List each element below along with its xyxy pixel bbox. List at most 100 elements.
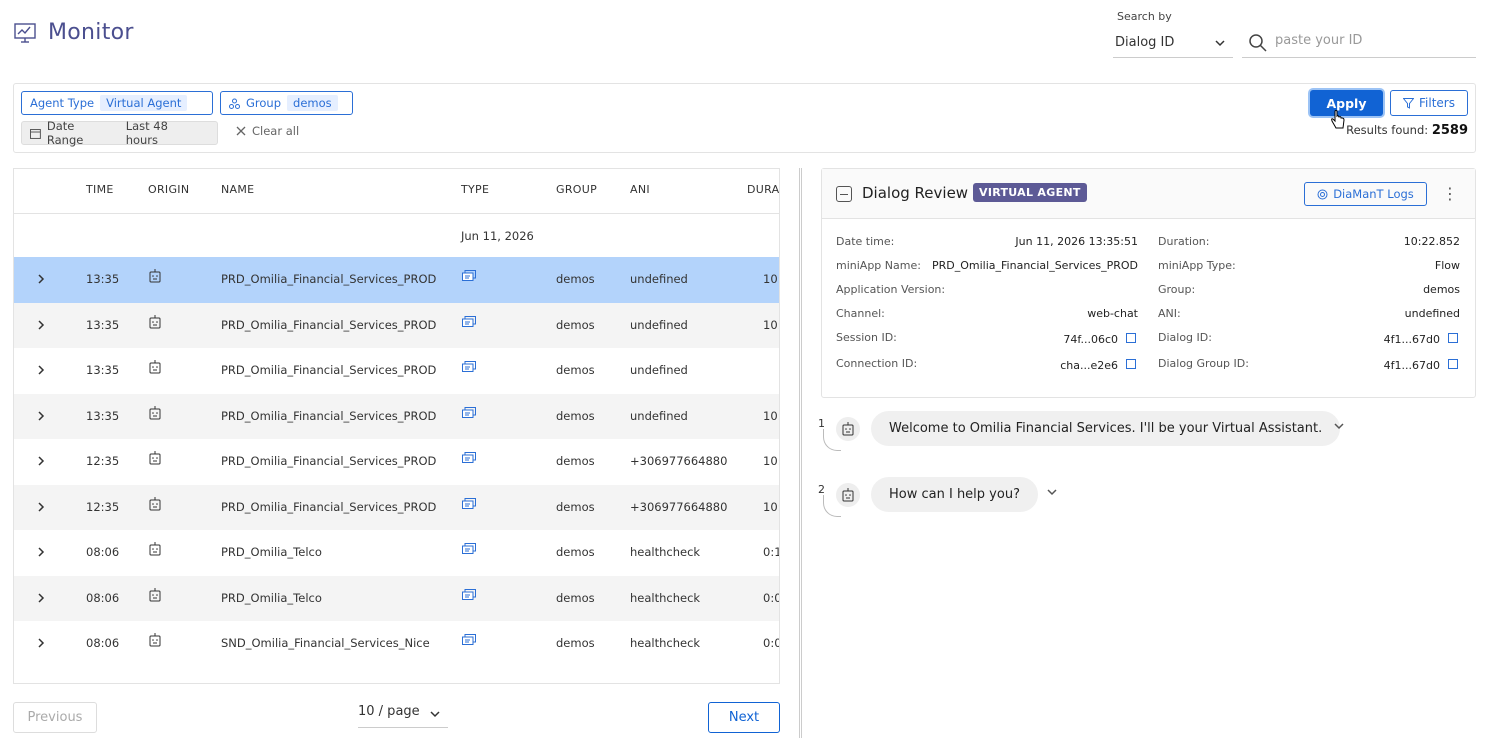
diamant-logs-label: DiaManT Logs [1333,187,1414,201]
bot-icon [149,314,161,332]
copy-icon[interactable] [1448,359,1458,369]
detail-value: 74f...06c0 [1063,333,1118,346]
detail-label: Channel: [836,307,885,320]
row-group: demos [556,363,595,377]
row-time: 08:06 [86,545,120,559]
expand-message-icon[interactable] [1333,420,1345,435]
table-row[interactable]: 12:35 PRD_Omilia_Financial_Services_PROD d… [14,484,779,531]
chat-type-icon [462,543,476,558]
next-button[interactable]: Next [708,702,780,733]
expand-row-icon[interactable] [36,319,46,333]
apply-button[interactable]: Apply [1310,90,1383,116]
detail-value: undefined [1404,307,1460,320]
col-duration[interactable]: DURA [747,183,779,196]
row-time: 12:35 [86,454,120,468]
dialog-review-title: Dialog Review [862,184,969,202]
detail-value: cha...e2e6 [1060,359,1118,372]
detail-label: miniApp Type: [1158,259,1236,272]
row-group: demos [556,545,595,559]
chat-type-icon [462,452,476,467]
page-size-select[interactable]: 10 / page [358,704,448,728]
row-duration: 10:2 [763,408,779,423]
more-options-icon[interactable]: ⋮ [1442,184,1458,203]
bot-icon [149,269,161,286]
row-name: PRD_Omilia_Financial_Services_PROD [221,454,437,468]
row-duration: 0:0 [763,590,780,605]
copy-icon[interactable] [1126,359,1136,369]
col-group[interactable]: GROUP [556,183,597,196]
page-size-value: 10 / page [358,704,420,719]
row-ani: healthcheck [630,545,701,559]
table-row[interactable]: 08:06 PRD_Omilia_Telco demos healthcheck 0:1 [14,530,779,576]
table-row[interactable]: 08:06 PRD_Omilia_Telco demos healthcheck 0:0 [14,575,780,622]
bot-icon [149,496,161,514]
expand-row-icon[interactable] [36,410,46,424]
table-row[interactable]: 13:35 PRD_Omilia_Financial_Services_PROD d… [14,348,779,394]
search-by-select[interactable]: Dialog ID [1113,30,1233,58]
expand-row-icon[interactable] [36,364,46,378]
row-ani: healthcheck [630,636,701,650]
filters-button[interactable]: Filters [1390,90,1468,116]
panel-resize-handle[interactable] [799,168,802,738]
group-value: demos [287,95,338,111]
table-row[interactable]: 13:35 PRD_Omilia_Financial_Services_PROD d… [14,302,779,349]
row-name: PRD_Omilia_Financial_Services_PROD [221,408,437,423]
table-row[interactable]: 13:35 PRD_Omilia_Financial_Services_PROD d… [14,257,779,303]
row-ani: undefined [630,408,688,423]
search-input[interactable]: paste your ID [1242,28,1476,58]
row-name: PRD_Omilia_Financial_Services_PROD [221,272,437,286]
filter-icon [1403,97,1414,109]
row-group: demos [556,636,595,650]
agent-type-label: Agent Type [30,96,95,110]
date-range-chip[interactable]: Date Range Last 48 hours [21,119,218,147]
copy-icon[interactable] [1448,333,1458,343]
expand-row-icon[interactable] [36,546,46,560]
detail-label: ANI: [1158,307,1181,320]
table-row[interactable]: 12:35 PRD_Omilia_Financial_Services_PROD d… [14,439,779,485]
col-time[interactable]: TIME [86,183,114,196]
chat-type-icon [462,361,476,376]
search-by-label: Search by [1117,10,1172,23]
expand-row-icon[interactable] [36,592,46,606]
copy-icon[interactable] [1126,333,1136,343]
row-group: demos [556,272,595,286]
row-time: 12:35 [86,499,120,514]
row-duration: 10:2 [763,317,779,332]
monitor-icon [14,22,36,43]
table-row[interactable]: 08:06 SND_Omilia_Financial_Services_Nice d… [14,621,779,667]
row-group: demos [556,454,595,468]
clear-all-button[interactable]: Clear all [236,124,299,138]
expand-row-icon[interactable] [36,273,46,287]
col-origin[interactable]: ORIGIN [148,183,189,196]
collapse-icon[interactable] [836,186,852,202]
previous-button[interactable]: Previous [13,702,97,733]
expand-row-icon[interactable] [36,455,46,469]
date-range-label: Date Range [46,119,84,147]
bot-avatar-icon [836,483,860,507]
diamant-logs-button[interactable]: DiaManT Logs [1304,182,1427,206]
col-type[interactable]: TYPE [461,183,489,196]
expand-row-icon[interactable] [36,501,46,515]
group-chip[interactable]: Group demos [220,91,353,115]
detail-label: Group: [1158,283,1196,296]
col-name[interactable]: NAME [221,183,254,196]
expand-message-icon[interactable] [1046,486,1058,501]
bot-avatar-icon [836,417,860,441]
row-name: SND_Omilia_Financial_Services_Nice [221,636,430,650]
row-group: demos [556,590,595,605]
chat-type-icon [462,497,476,513]
hand-cursor-icon [1331,110,1345,129]
row-duration: 0:1 [763,545,780,559]
filters-label: Filters [1419,96,1455,110]
row-duration: 10:2 [763,272,779,286]
agent-type-chip[interactable]: Agent Type Virtual Agent [21,91,213,115]
expand-row-icon[interactable] [36,637,46,651]
table-row[interactable]: 13:35 PRD_Omilia_Financial_Services_PROD d… [14,393,779,440]
detail-value: 10:22.852 [1403,235,1460,248]
bot-icon [149,542,161,559]
chat-type-icon [462,406,476,422]
bot-icon [149,405,161,423]
message-bubble: Welcome to Omilia Financial Services. I'… [871,411,1341,446]
col-ani[interactable]: ANI [630,183,650,196]
row-ani: healthcheck [630,590,701,605]
